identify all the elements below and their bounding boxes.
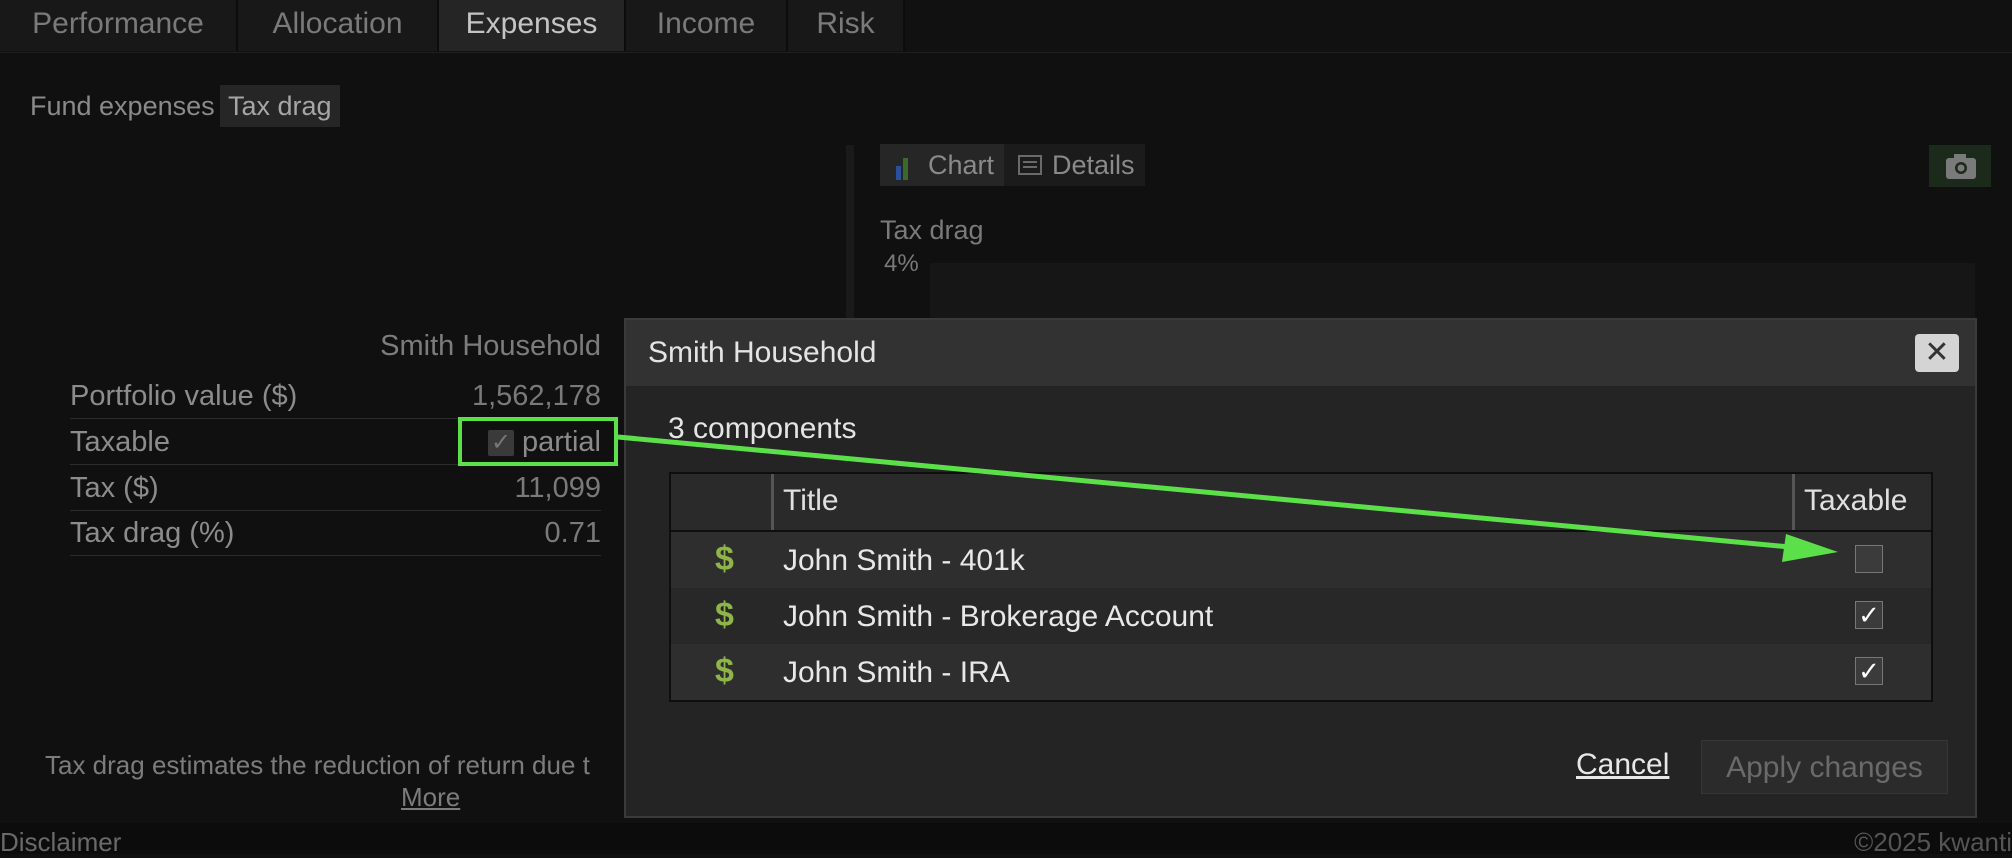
summary-row-tax: Tax ($) 11,099 [70, 466, 601, 511]
more-link[interactable]: More [401, 782, 460, 813]
details-view-label: Details [1052, 150, 1135, 180]
taxable-checkbox[interactable]: ✓ [1855, 657, 1883, 685]
table-row[interactable]: $ John Smith - IRA ✓ [671, 644, 1931, 700]
column-resize-handle[interactable] [1792, 474, 1795, 530]
dollar-icon: $ [715, 596, 734, 634]
top-tab-bar: Performance Allocation Expenses Income R… [0, 0, 2012, 53]
dialog-header: Smith Household ✕ [626, 320, 1975, 386]
bar-chart-icon [896, 158, 908, 180]
dialog-title: Smith Household [648, 336, 877, 369]
highlight-annotation-box [458, 417, 618, 466]
row-title: John Smith - Brokerage Account [783, 600, 1214, 633]
summary-row-tax-drag: Tax drag (%) 0.71 [70, 511, 601, 556]
footer-bar [0, 823, 2012, 854]
summary-value: 0.71 [544, 517, 601, 549]
summary-label: Tax drag (%) [70, 517, 235, 549]
list-icon [1018, 155, 1042, 175]
chart-y-tick: 4% [884, 250, 919, 277]
table-row[interactable]: $ John Smith - 401k [671, 532, 1931, 588]
details-view-button[interactable]: Details [1004, 144, 1145, 186]
tab-risk[interactable]: Risk [788, 0, 905, 51]
taxable-checkbox[interactable]: ✓ [1855, 601, 1883, 629]
summary-header: Smith Household [380, 330, 601, 362]
chart-plot-area [930, 263, 1975, 323]
tab-performance[interactable]: Performance [0, 0, 238, 51]
tab-allocation[interactable]: Allocation [238, 0, 439, 51]
summary-value: 1,562,178 [471, 380, 601, 412]
apply-changes-button[interactable]: Apply changes [1701, 740, 1948, 794]
summary-value: 11,099 [514, 472, 601, 504]
dollar-icon: $ [715, 652, 734, 690]
cancel-button[interactable]: Cancel [1576, 748, 1669, 782]
subtab-tax-drag[interactable]: Tax drag [220, 85, 340, 127]
tab-expenses[interactable]: Expenses [439, 0, 626, 51]
snapshot-button[interactable] [1929, 145, 1991, 187]
components-dialog: Smith Household ✕ 3 components Title Tax… [624, 318, 1977, 818]
column-header-taxable[interactable]: Taxable [1804, 484, 1907, 518]
copyright-text: ©2025 kwanti [1854, 827, 2012, 857]
chart-y-label: Tax drag [880, 215, 984, 245]
chart-view-label: Chart [928, 150, 995, 180]
summary-row-portfolio-value: Portfolio value ($) 1,562,178 [70, 374, 601, 419]
disclaimer-link[interactable]: Disclaimer [0, 827, 121, 858]
column-header-title[interactable]: Title [783, 484, 839, 518]
tab-income[interactable]: Income [626, 0, 788, 51]
table-row[interactable]: $ John Smith - Brokerage Account ✓ [671, 588, 1931, 644]
close-icon[interactable]: ✕ [1915, 334, 1959, 372]
column-resize-handle[interactable] [771, 474, 774, 530]
components-table: Title Taxable $ John Smith - 401k $ John… [669, 472, 1933, 702]
row-title: John Smith - 401k [783, 544, 1025, 577]
camera-icon [1946, 154, 1976, 179]
table-header: Title Taxable [671, 474, 1931, 532]
tax-drag-footnote: Tax drag estimates the reduction of retu… [45, 750, 590, 780]
row-title: John Smith - IRA [783, 656, 1010, 689]
subtab-fund-expenses[interactable]: Fund expenses [22, 85, 223, 127]
chart-view-button[interactable]: Chart [880, 144, 1005, 186]
dollar-icon: $ [715, 540, 734, 578]
component-count: 3 components [668, 412, 857, 445]
panel-divider[interactable] [846, 145, 854, 325]
taxable-checkbox[interactable] [1855, 545, 1883, 573]
summary-label: Portfolio value ($) [70, 380, 298, 412]
summary-label: Taxable [70, 426, 170, 458]
summary-label: Tax ($) [70, 472, 159, 504]
